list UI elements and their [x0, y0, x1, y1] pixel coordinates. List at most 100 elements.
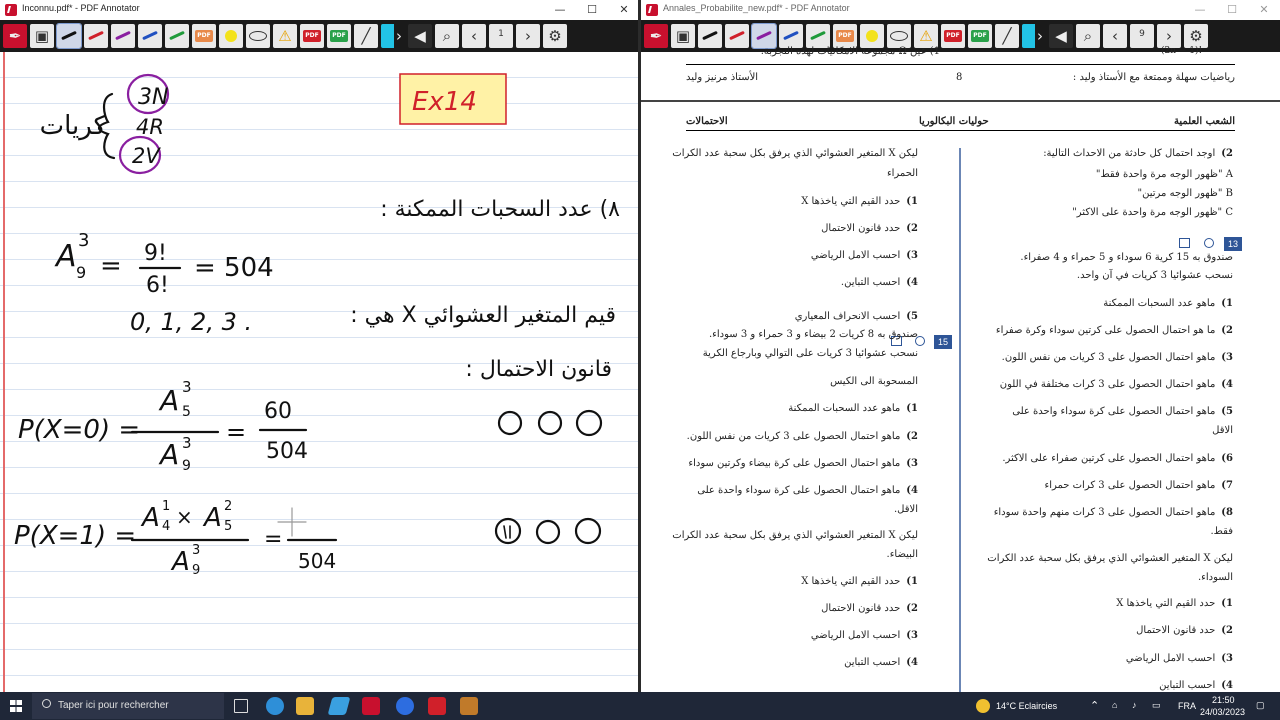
edit-icon[interactable] — [1179, 238, 1190, 248]
stamp-pdf-tool[interactable]: PDF — [192, 24, 216, 48]
page-number-field[interactable]: 9 — [1130, 24, 1154, 48]
previous-tool-button[interactable]: ◀ — [1049, 24, 1073, 48]
question-item: 5) احسب الانحراف المعياري — [795, 311, 918, 322]
annotator-menu-button[interactable]: ✒ — [3, 24, 27, 48]
warning-stamp-tool[interactable]: ⚠ — [273, 24, 297, 48]
previous-page-button[interactable]: ‹ — [1103, 24, 1127, 48]
green-stamp-icon: PDF — [971, 30, 989, 42]
battery-icon[interactable]: ▭ — [1152, 700, 1161, 711]
stamp-red-tool[interactable]: PDF — [941, 24, 965, 48]
link-icon[interactable] — [1204, 238, 1214, 248]
settings-button[interactable]: ⚙ — [543, 24, 567, 48]
pen-green-tool[interactable] — [806, 24, 830, 48]
title-bar[interactable]: Annales_Probabilite_new.pdf* - PDF Annot… — [641, 0, 1280, 20]
pdf-annotator-icon — [5, 4, 17, 16]
random-variable-values: 0, 1, 2, 3 . — [130, 308, 252, 336]
problem-text-line: السوداء. — [1198, 572, 1233, 583]
ellipse-tool[interactable] — [887, 24, 911, 48]
close-button[interactable]: ✕ — [608, 0, 640, 20]
minimize-button[interactable]: — — [1184, 0, 1216, 20]
pen-app-icon[interactable] — [327, 697, 351, 715]
screen-recorder-icon[interactable] — [428, 697, 446, 715]
pen-purple-tool[interactable] — [751, 23, 777, 49]
pen-purple-tool[interactable] — [111, 24, 135, 48]
annotator-menu-button[interactable]: ✒ — [644, 24, 668, 48]
question-number: 4) — [906, 657, 918, 668]
eraser-tool[interactable]: › — [1022, 24, 1046, 48]
title-bar[interactable]: Inconnu.pdf* - PDF Annotator — ☐ ✕ — [0, 0, 640, 20]
language-indicator[interactable]: FRA — [1178, 701, 1196, 711]
search-button[interactable]: ⌕ — [435, 24, 459, 48]
previous-tool-button[interactable]: ◀ — [408, 24, 432, 48]
clock-date[interactable]: 24/03/2023 — [1200, 707, 1245, 717]
stamp-red-tool[interactable]: PDF — [300, 24, 324, 48]
windows-start-icon[interactable] — [10, 700, 22, 712]
next-page-button[interactable]: › — [1157, 24, 1181, 48]
pen-red-tool[interactable] — [84, 24, 108, 48]
taskbar-search-box[interactable]: Taper ici pour rechercher — [32, 693, 224, 719]
weather-icon[interactable] — [976, 699, 990, 713]
pdf-page-view[interactable]: 1) عين Ω مجموعة الامكانيات لهذه التجربة.… — [641, 46, 1280, 692]
yellow-dot-icon — [225, 30, 237, 42]
p1-num-a1-exp: 1 — [162, 499, 170, 514]
pen-blue-icon — [142, 30, 158, 41]
notification-icon[interactable]: ▢ — [1256, 700, 1265, 711]
header-stream: الشعب العلمية — [1174, 116, 1235, 127]
handwritten-notes-canvas[interactable]: Ex14 3N 4R 2V كريات ٨) عدد السحبات الممك… — [0, 52, 640, 692]
pen-green-icon — [810, 30, 826, 41]
highlighter-yellow-tool[interactable] — [219, 24, 243, 48]
settings-button[interactable]: ⚙ — [1184, 24, 1208, 48]
question-item: 5) ماهو احتمال الحصول على كرة سوداء واحدة… — [1012, 406, 1233, 417]
volume-icon[interactable]: ♪ — [1132, 700, 1137, 710]
chevron-right-icon: › — [525, 27, 531, 45]
question-item: 2) ماهو احتمال الحصول على 3 كريات من نفس … — [687, 431, 918, 442]
eraser-tool[interactable]: › — [381, 24, 405, 48]
close-button[interactable]: ✕ — [1248, 0, 1280, 20]
next-page-button[interactable]: › — [516, 24, 540, 48]
paint-app-icon[interactable] — [460, 697, 478, 715]
pen-black-tool[interactable] — [56, 23, 82, 49]
pen-blue-tool[interactable] — [779, 24, 803, 48]
ball-circle-6 — [574, 517, 602, 545]
pen-red-tool[interactable] — [725, 24, 749, 48]
question-text: احسب الامل الرياضي — [810, 630, 901, 641]
zoom-icon[interactable] — [396, 697, 414, 715]
minimize-button[interactable]: — — [544, 0, 576, 20]
question-text: ماهو احتمال الحصول على 3 كريات من نفس ال… — [1001, 352, 1216, 363]
pen-black-tool[interactable] — [698, 24, 722, 48]
tray-arrow-icon[interactable]: ⌃ — [1090, 699, 1099, 712]
stamp-green-tool[interactable]: PDF — [968, 24, 992, 48]
line-tool[interactable]: ╱ — [354, 24, 378, 48]
question-number: 1) — [906, 196, 918, 207]
edge-browser-icon[interactable] — [266, 697, 284, 715]
maximize-button[interactable]: ☐ — [576, 0, 608, 20]
question-text: ماهو احتمال الحصول على 3 كرات منهم واحدة… — [993, 507, 1216, 518]
file-explorer-icon[interactable] — [296, 697, 314, 715]
network-icon[interactable]: ⌂ — [1112, 700, 1117, 710]
handwriting-layer: Ex14 3N 4R 2V كريات ٨) عدد السحبات الممك… — [14, 73, 620, 578]
save-button[interactable]: ▣ — [30, 24, 54, 48]
page-number-field[interactable]: 1 — [489, 24, 513, 48]
p1-den-a: A — [170, 547, 190, 577]
search-button[interactable]: ⌕ — [1076, 24, 1100, 48]
weather-text[interactable]: 14°C Eclaircies — [996, 701, 1057, 711]
stamp-pdf-tool[interactable]: PDF — [833, 24, 857, 48]
previous-page-button[interactable]: ‹ — [462, 24, 486, 48]
pen-blue-tool[interactable] — [138, 24, 162, 48]
brace-label-text: كريات — [40, 111, 107, 141]
maximize-button[interactable]: ☐ — [1216, 0, 1248, 20]
pen-green-tool[interactable] — [165, 24, 189, 48]
ellipse-tool[interactable] — [246, 24, 270, 48]
clock-time[interactable]: 21:50 — [1212, 695, 1235, 705]
p1-num-a1: A — [140, 503, 160, 533]
stamp-green-tool[interactable]: PDF — [327, 24, 351, 48]
line-tool[interactable]: ╱ — [995, 24, 1019, 48]
draws-count-heading: ٨) عدد السحبات الممكنة : — [380, 197, 620, 222]
highlighter-yellow-tool[interactable] — [860, 24, 884, 48]
question-text: حدد القيم التي ياخذها X — [801, 576, 901, 587]
cut-off-question: 1) عين Ω مجموعة الامكانيات لهذه التجربة. — [760, 46, 940, 57]
warning-stamp-tool[interactable]: ⚠ — [914, 24, 938, 48]
pdf-annotator-taskbar-icon[interactable] — [362, 697, 380, 715]
task-view-icon[interactable] — [234, 699, 248, 713]
save-button[interactable]: ▣ — [671, 24, 695, 48]
